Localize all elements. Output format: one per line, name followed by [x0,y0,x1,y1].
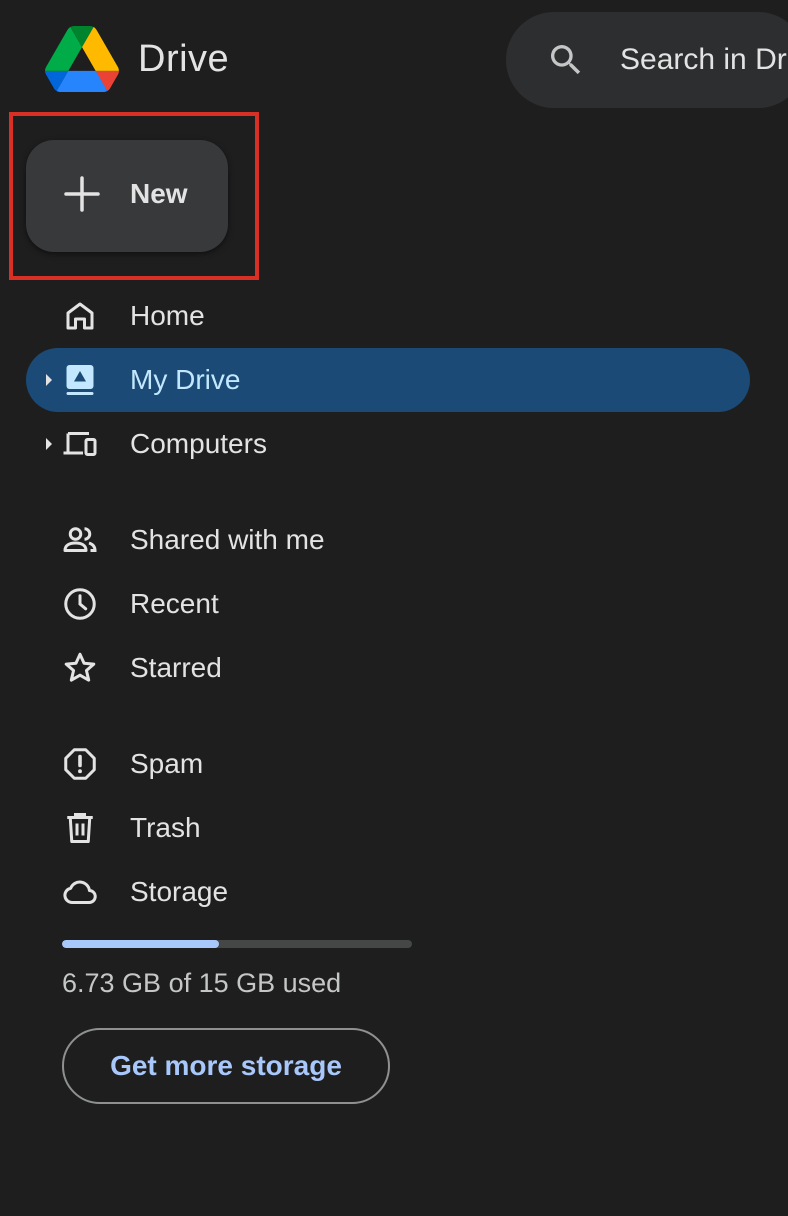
star-icon [62,650,98,686]
sidebar-item-label: My Drive [130,364,241,395]
storage-progress-fill [62,940,220,948]
sidebar-item-label: Computers [130,428,267,459]
sidebar-item-computers[interactable]: Computers [26,412,750,476]
new-button-label: New [130,178,188,209]
sidebar-item-home[interactable]: Home [26,284,750,348]
new-button[interactable]: New [26,140,228,252]
my-drive-icon [62,362,98,398]
sidebar-item-label: Recent [130,588,219,619]
expand-caret-icon[interactable] [44,372,54,388]
sidebar-item-shared-with-me[interactable]: Shared with me [26,508,750,572]
plus-icon [64,176,100,212]
cloud-icon [62,874,98,910]
sidebar-item-label: Trash [130,812,201,843]
search-bar[interactable]: Search in Drive [506,12,788,108]
home-icon [62,298,98,334]
sidebar-item-label: Spam [130,748,204,779]
search-input[interactable]: Search in Drive [620,43,788,77]
sidebar-item-storage[interactable]: Storage [26,860,750,924]
search-icon[interactable] [546,40,586,80]
sidebar-item-label: Shared with me [130,524,325,555]
people-icon [62,522,98,558]
sidebar-item-label: Storage [130,876,229,907]
get-more-storage-button[interactable]: Get more storage [62,1028,390,1104]
sidebar-item-recent[interactable]: Recent [26,572,750,636]
sidebar-item-starred[interactable]: Starred [26,636,750,700]
storage-progress-bar [62,940,412,948]
sidebar-item-my-drive[interactable]: My Drive [26,348,750,412]
sidebar-item-trash[interactable]: Trash [26,796,750,860]
trash-icon [62,810,98,846]
computers-icon [62,426,98,462]
app-title: Drive [138,38,230,80]
drive-logo-icon[interactable] [44,26,120,92]
storage-usage-text: 6.73 GB of 15 GB used [62,968,342,998]
get-more-storage-label: Get more storage [110,1050,342,1081]
expand-caret-icon[interactable] [44,436,54,452]
spam-icon [62,746,98,782]
clock-icon [62,586,98,622]
sidebar-item-label: Starred [130,652,222,683]
sidebar-item-label: Home [130,300,205,331]
sidebar-item-spam[interactable]: Spam [26,732,750,796]
